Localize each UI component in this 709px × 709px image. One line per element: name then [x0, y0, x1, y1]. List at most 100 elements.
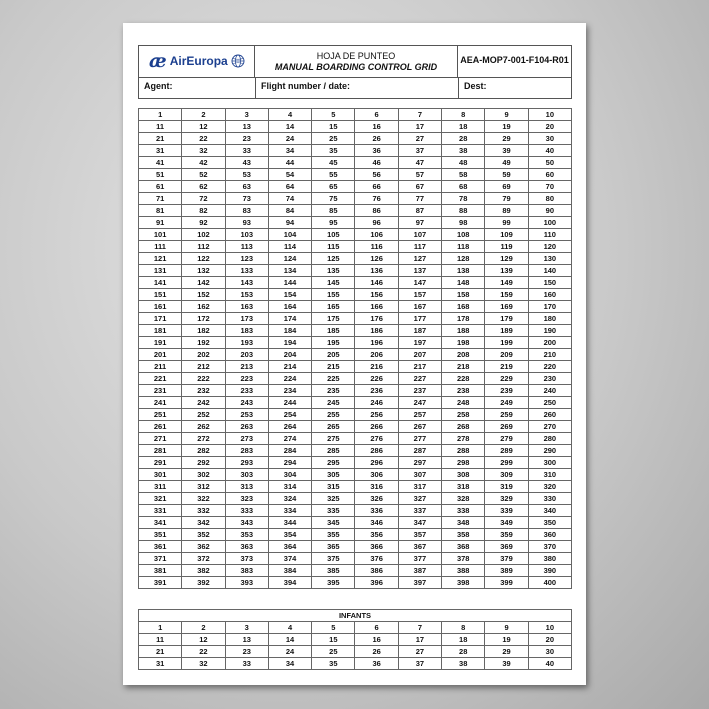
- seat-number-cell[interactable]: 312: [181, 480, 226, 493]
- seat-number-cell[interactable]: 216: [354, 360, 399, 373]
- seat-number-cell[interactable]: 46: [354, 156, 399, 169]
- seat-number-cell[interactable]: 76: [354, 192, 399, 205]
- seat-number-cell[interactable]: 37: [397, 144, 443, 157]
- seat-number-cell[interactable]: 36: [354, 657, 399, 670]
- seat-number-cell[interactable]: 2: [181, 621, 226, 634]
- seat-number-cell[interactable]: 283: [224, 444, 269, 457]
- seat-number-cell[interactable]: 271: [137, 432, 183, 445]
- seat-number-cell[interactable]: 166: [354, 300, 399, 313]
- seat-number-cell[interactable]: 164: [267, 300, 313, 313]
- seat-number-cell[interactable]: 126: [354, 252, 399, 265]
- seat-number-cell[interactable]: 67: [397, 180, 443, 193]
- seat-number-cell[interactable]: 362: [181, 540, 226, 553]
- seat-number-cell[interactable]: 344: [267, 516, 313, 529]
- seat-number-cell[interactable]: 1: [137, 108, 183, 121]
- seat-number-cell[interactable]: 189: [484, 324, 529, 337]
- seat-number-cell[interactable]: 151: [137, 288, 183, 301]
- seat-number-cell[interactable]: 33: [224, 144, 269, 157]
- seat-number-cell[interactable]: 21: [137, 645, 183, 658]
- seat-number-cell[interactable]: 378: [441, 552, 486, 565]
- seat-number-cell[interactable]: 276: [354, 432, 399, 445]
- seat-number-cell[interactable]: 231: [137, 384, 183, 397]
- seat-number-cell[interactable]: 112: [181, 240, 226, 253]
- seat-number-cell[interactable]: 311: [137, 480, 183, 493]
- seat-number-cell[interactable]: 208: [441, 348, 486, 361]
- seat-number-cell[interactable]: 269: [484, 420, 529, 433]
- seat-number-cell[interactable]: 1: [137, 621, 183, 634]
- seat-number-cell[interactable]: 352: [181, 528, 226, 541]
- seat-number-cell[interactable]: 280: [527, 432, 573, 445]
- seat-number-cell[interactable]: 25: [311, 132, 356, 145]
- seat-number-cell[interactable]: 12: [181, 120, 226, 133]
- seat-number-cell[interactable]: 97: [397, 216, 443, 229]
- seat-number-cell[interactable]: 204: [267, 348, 313, 361]
- seat-number-cell[interactable]: 133: [224, 264, 269, 277]
- seat-number-cell[interactable]: 222: [181, 372, 226, 385]
- seat-number-cell[interactable]: 177: [397, 312, 443, 325]
- seat-number-cell[interactable]: 82: [181, 204, 226, 217]
- seat-number-cell[interactable]: 57: [397, 168, 443, 181]
- seat-number-cell[interactable]: 329: [484, 492, 529, 505]
- seat-number-cell[interactable]: 29: [484, 645, 529, 658]
- seat-number-cell[interactable]: 233: [224, 384, 269, 397]
- seat-number-cell[interactable]: 144: [267, 276, 313, 289]
- seat-number-cell[interactable]: 27: [397, 132, 443, 145]
- seat-number-cell[interactable]: 2: [181, 108, 226, 121]
- seat-number-cell[interactable]: 155: [311, 288, 356, 301]
- seat-number-cell[interactable]: 343: [224, 516, 269, 529]
- seat-number-cell[interactable]: 307: [397, 468, 443, 481]
- seat-number-cell[interactable]: 195: [311, 336, 356, 349]
- seat-number-cell[interactable]: 196: [354, 336, 399, 349]
- seat-number-cell[interactable]: 31: [137, 657, 183, 670]
- seat-number-cell[interactable]: 111: [137, 240, 183, 253]
- seat-number-cell[interactable]: 234: [267, 384, 313, 397]
- seat-number-cell[interactable]: 33: [224, 657, 269, 670]
- seat-number-cell[interactable]: 113: [224, 240, 269, 253]
- seat-number-cell[interactable]: 98: [441, 216, 486, 229]
- seat-number-cell[interactable]: 254: [267, 408, 313, 421]
- seat-number-cell[interactable]: 62: [181, 180, 226, 193]
- seat-number-cell[interactable]: 183: [224, 324, 269, 337]
- seat-number-cell[interactable]: 317: [397, 480, 443, 493]
- seat-number-cell[interactable]: 19: [484, 120, 529, 133]
- seat-number-cell[interactable]: 282: [181, 444, 226, 457]
- seat-number-cell[interactable]: 5: [311, 108, 356, 121]
- seat-number-cell[interactable]: 87: [397, 204, 443, 217]
- seat-number-cell[interactable]: 246: [354, 396, 399, 409]
- seat-number-cell[interactable]: 161: [137, 300, 183, 313]
- seat-number-cell[interactable]: 74: [267, 192, 313, 205]
- seat-number-cell[interactable]: 40: [527, 144, 573, 157]
- seat-number-cell[interactable]: 10: [527, 621, 573, 634]
- seat-number-cell[interactable]: 388: [441, 564, 486, 577]
- seat-number-cell[interactable]: 321: [137, 492, 183, 505]
- seat-number-cell[interactable]: 309: [484, 468, 529, 481]
- seat-number-cell[interactable]: 393: [224, 576, 269, 589]
- seat-number-cell[interactable]: 99: [484, 216, 529, 229]
- seat-number-cell[interactable]: 47: [397, 156, 443, 169]
- seat-number-cell[interactable]: 363: [224, 540, 269, 553]
- seat-number-cell[interactable]: 102: [181, 228, 226, 241]
- seat-number-cell[interactable]: 123: [224, 252, 269, 265]
- seat-number-cell[interactable]: 78: [441, 192, 486, 205]
- seat-number-cell[interactable]: 288: [441, 444, 486, 457]
- seat-number-cell[interactable]: 157: [397, 288, 443, 301]
- seat-number-cell[interactable]: 130: [527, 252, 573, 265]
- seat-number-cell[interactable]: 326: [354, 492, 399, 505]
- seat-number-cell[interactable]: 225: [311, 372, 356, 385]
- seat-number-cell[interactable]: 16: [354, 633, 399, 646]
- seat-number-cell[interactable]: 181: [137, 324, 183, 337]
- seat-number-cell[interactable]: 259: [484, 408, 529, 421]
- seat-number-cell[interactable]: 100: [527, 216, 573, 229]
- seat-number-cell[interactable]: 236: [354, 384, 399, 397]
- seat-number-cell[interactable]: 38: [441, 657, 486, 670]
- seat-number-cell[interactable]: 371: [137, 552, 183, 565]
- seat-number-cell[interactable]: 281: [137, 444, 183, 457]
- seat-number-cell[interactable]: 150: [527, 276, 573, 289]
- seat-number-cell[interactable]: 221: [137, 372, 183, 385]
- seat-number-cell[interactable]: 14: [267, 120, 313, 133]
- seat-number-cell[interactable]: 81: [137, 204, 183, 217]
- seat-number-cell[interactable]: 316: [354, 480, 399, 493]
- seat-number-cell[interactable]: 298: [441, 456, 486, 469]
- seat-number-cell[interactable]: 304: [267, 468, 313, 481]
- seat-number-cell[interactable]: 346: [354, 516, 399, 529]
